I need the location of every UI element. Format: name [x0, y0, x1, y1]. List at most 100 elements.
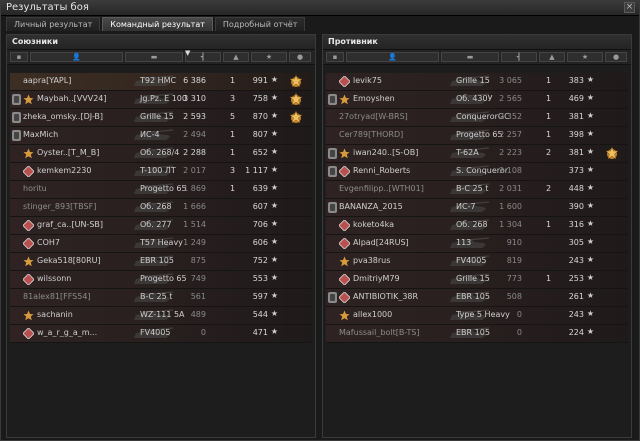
clan-emblem-icon	[339, 76, 350, 87]
table-row[interactable]: DmitriyM79 Grille 15 773 1 253 ★	[326, 271, 628, 289]
tab-team-result[interactable]: Командный результат	[102, 17, 213, 31]
platoon-icon	[328, 292, 337, 303]
enemies-column-header: ▪ 👤 ▬ ┫ ▲ ★ ●	[323, 50, 631, 65]
clan-emblem-icon	[23, 148, 34, 159]
col-damage[interactable]: ┫	[501, 52, 537, 62]
damage-value: 0	[516, 328, 522, 337]
col-frags[interactable]: ▲	[223, 52, 249, 62]
player-name: Maybah..[VVV24]	[37, 94, 107, 103]
tank-name: T57 Heavy	[140, 238, 183, 247]
table-row[interactable]: Alpad[24RUS] 113 910 305 ★	[326, 235, 628, 253]
clan-emblem-icon	[339, 238, 350, 249]
table-row[interactable]: levik75 Grille 15 3 065 1 383 ★	[326, 73, 628, 91]
star-icon: ★	[586, 327, 594, 336]
table-row[interactable]: sachanin WZ-111 5A 489 544 ★	[10, 307, 312, 325]
platoon-icon	[328, 166, 337, 177]
clan-emblem-icon	[23, 274, 34, 285]
tank-name: Об. 430У	[456, 94, 493, 103]
table-row[interactable]: stinger_893[TBSF] Об. 268 1 666 607 ★	[10, 199, 312, 217]
table-row[interactable]: BANANZA_2015 ИС-7 1 600 390 ★	[326, 199, 628, 217]
table-row[interactable]: Geka518[80RU] EBR 105 875 752 ★	[10, 253, 312, 271]
medal-icon[interactable]	[288, 92, 304, 108]
star-icon: ★	[270, 111, 278, 120]
clan-emblem-icon	[23, 166, 34, 177]
damage-value: 1 514	[183, 220, 206, 229]
table-row[interactable]: Emoyshen Об. 430У 2 565 1 469 ★	[326, 91, 628, 109]
xp-value: 758	[252, 94, 268, 103]
tank-name: T-100 ЛТ	[140, 166, 176, 175]
col-platoon[interactable]: ▪	[326, 52, 344, 62]
col-player[interactable]: 👤	[346, 52, 439, 62]
table-row[interactable]: Oyster..[T_M_B] Об. 268/4 2 288 1 652 ★	[10, 145, 312, 163]
table-row[interactable]: pva38rus FV4005 819 243 ★	[326, 253, 628, 271]
star-icon: ★	[586, 201, 594, 210]
tank-name: Type 5 Heavy	[456, 310, 510, 319]
table-row[interactable]: Cer789[THORD] Progetto 65 2 257 1 398 ★	[326, 127, 628, 145]
table-row[interactable]: COH7 T57 Heavy 1 249 606 ★	[10, 235, 312, 253]
medal-icon[interactable]	[288, 110, 304, 126]
table-row[interactable]: wilssonn Progetto 65 749 553 ★	[10, 271, 312, 289]
star-icon: ★	[270, 201, 278, 210]
star-icon: ★	[586, 183, 594, 192]
medal-icon[interactable]	[604, 146, 620, 162]
player-name: Cer789[THORD]	[339, 130, 404, 139]
col-frags[interactable]: ▲	[539, 52, 565, 62]
table-row[interactable]: allex1000 Type 5 Heavy 0 243 ★	[326, 307, 628, 325]
table-row[interactable]: Mafussail_bolt[B-TS] EBR 105 0 224 ★	[326, 325, 628, 343]
table-row[interactable]: Evgenfilipp..[WTH01] B-C 25 t 2 031 2 448 ★	[326, 181, 628, 199]
table-row[interactable]: zheka_omsky..[DJ-B] Grille 15 2 593 5 870 ★	[10, 109, 312, 127]
table-row[interactable]: Maybah..[VVV24] Jg.Pz. E 100 3 310 3 758 ★	[10, 91, 312, 109]
tank-name: Об. 268	[456, 220, 488, 229]
medal-icon[interactable]	[288, 74, 304, 90]
col-medal[interactable]: ●	[289, 52, 311, 62]
table-row[interactable]: iwan240..[S-OB] T-62A 2 223 2 381 ★	[326, 145, 628, 163]
col-xp[interactable]: ★	[567, 52, 603, 62]
table-row[interactable]: ANTIBIOTIK_38R EBR 105 508 261 ★	[326, 289, 628, 307]
damage-value: 561	[190, 292, 206, 301]
player-name: zheka_omsky..[DJ-B]	[23, 112, 104, 121]
tank-name: EBR 105	[140, 256, 174, 265]
star-icon: ★	[586, 111, 594, 120]
col-xp[interactable]: ★	[251, 52, 287, 62]
col-tank[interactable]: ▬	[125, 52, 183, 62]
close-icon[interactable]: ×	[624, 2, 635, 13]
table-row[interactable]: koketo4ka Об. 268 1 304 1 316 ★	[326, 217, 628, 235]
tank-name: Grille 15	[456, 76, 490, 85]
player-name: ANTIBIOTIK_38R	[353, 292, 419, 301]
tank-name: ИС-4	[140, 130, 160, 139]
table-row[interactable]: 81alex81[FFS54] B-C 25 t 561 597 ★	[10, 289, 312, 307]
player-name: Evgenfilipp..[WTH01]	[339, 184, 424, 193]
xp-value: 383	[568, 76, 584, 85]
col-player[interactable]: 👤	[30, 52, 123, 62]
col-tank[interactable]: ▬	[441, 52, 499, 62]
damage-value: 875	[190, 256, 206, 265]
table-row[interactable]: MaxMich ИС-4 2 494 1 807 ★	[10, 127, 312, 145]
star-icon: ★	[270, 219, 278, 228]
col-medal[interactable]: ●	[605, 52, 627, 62]
table-row[interactable]: kemkem2230 T-100 ЛТ 2 017 3 1 117 ★	[10, 163, 312, 181]
tab-detailed-report[interactable]: Подробный отчёт	[214, 17, 306, 31]
damage-value: 773	[506, 274, 522, 283]
damage-value: 0	[200, 328, 206, 337]
xp-value: 390	[568, 202, 584, 211]
table-row[interactable]: 27otryad[W-BRS] ConquerorGC 2 352 1 381 ★	[326, 109, 628, 127]
tank-name: Progetto 65	[456, 130, 503, 139]
player-name: Alpad[24RUS]	[353, 238, 409, 247]
xp-value: 398	[568, 130, 584, 139]
table-row[interactable]: horitu Progetto 65 1 869 1 639 ★	[10, 181, 312, 199]
xp-value: 553	[252, 274, 268, 283]
tank-name: Grille 15	[456, 274, 490, 283]
table-row[interactable]: aapra[YAPL] T92 HMC 6 386 1 991 ★	[10, 73, 312, 91]
col-platoon[interactable]: ▪	[10, 52, 28, 62]
frags-value: 2	[546, 148, 552, 157]
player-name: 27otryad[W-BRS]	[339, 112, 408, 121]
tab-personal-result[interactable]: Личный результат	[6, 17, 101, 31]
col-damage[interactable]: ┫	[185, 52, 221, 62]
table-row[interactable]: graf_ca..[UN-SB] Об. 277 1 514 706 ★	[10, 217, 312, 235]
xp-value: 448	[568, 184, 584, 193]
damage-value: 2 352	[499, 112, 522, 121]
tank-name: T-62A	[456, 148, 479, 157]
table-row[interactable]: Renni_Roberts S. Conqueror 2 108 373 ★	[326, 163, 628, 181]
damage-value: 819	[506, 256, 522, 265]
table-row[interactable]: w_a_r_g_a_m... FV4005 0 471 ★	[10, 325, 312, 343]
